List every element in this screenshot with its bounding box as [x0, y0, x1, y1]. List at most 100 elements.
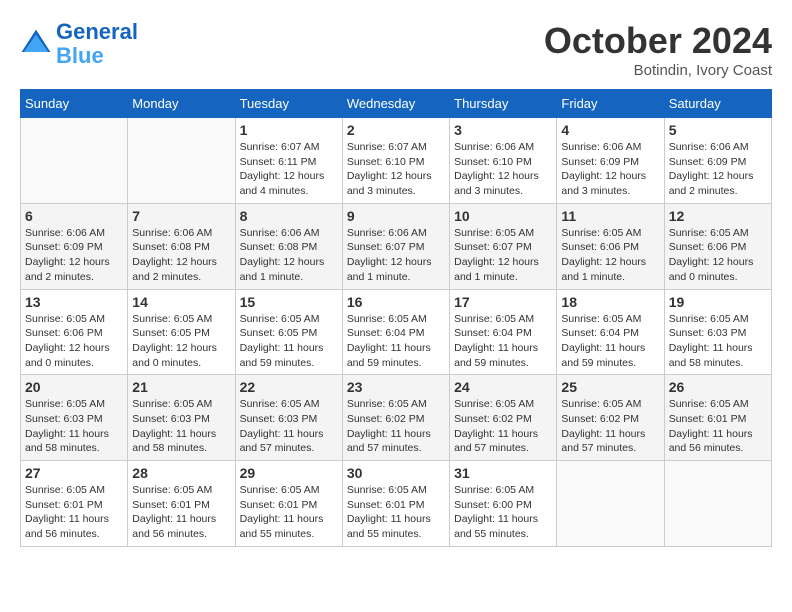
calendar-cell: 25 Sunrise: 6:05 AM Sunset: 6:02 PM Dayli… [557, 375, 664, 461]
calendar-cell: 29 Sunrise: 6:05 AM Sunset: 6:01 PM Dayli… [235, 461, 342, 547]
day-number: 5 [669, 122, 767, 138]
day-number: 29 [240, 465, 338, 481]
day-number: 3 [454, 122, 552, 138]
day-detail: Sunrise: 6:05 AM Sunset: 6:06 PM Dayligh… [25, 312, 123, 371]
day-of-week-header: Tuesday [235, 90, 342, 118]
day-number: 31 [454, 465, 552, 481]
calendar-cell: 21 Sunrise: 6:05 AM Sunset: 6:03 PM Dayli… [128, 375, 235, 461]
day-detail: Sunrise: 6:05 AM Sunset: 6:02 PM Dayligh… [454, 397, 552, 456]
calendar-cell [21, 118, 128, 204]
day-detail: Sunrise: 6:05 AM Sunset: 6:07 PM Dayligh… [454, 226, 552, 285]
day-number: 13 [25, 294, 123, 310]
logo-icon [20, 28, 52, 60]
calendar-cell: 8Sunrise: 6:06 AM Sunset: 6:08 PM Daylig… [235, 203, 342, 289]
calendar-cell: 7 Sunrise: 6:06 AM Sunset: 6:08 PM Daylig… [128, 203, 235, 289]
day-detail: Sunrise: 6:05 AM Sunset: 6:06 PM Dayligh… [669, 226, 767, 285]
day-detail: Sunrise: 6:06 AM Sunset: 6:08 PM Dayligh… [132, 226, 230, 285]
logo-text: General Blue [56, 20, 138, 68]
calendar-cell [128, 118, 235, 204]
day-number: 26 [669, 379, 767, 395]
day-detail: Sunrise: 6:05 AM Sunset: 6:01 PM Dayligh… [347, 483, 445, 542]
day-number: 24 [454, 379, 552, 395]
month-title: October 2024 [544, 20, 772, 62]
calendar-cell: 10 Sunrise: 6:05 AM Sunset: 6:07 PM Dayli… [450, 203, 557, 289]
calendar-cell: 24 Sunrise: 6:05 AM Sunset: 6:02 PM Dayli… [450, 375, 557, 461]
calendar-cell: 30 Sunrise: 6:05 AM Sunset: 6:01 PM Dayli… [342, 461, 449, 547]
calendar-cell: 26 Sunrise: 6:05 AM Sunset: 6:01 PM Dayli… [664, 375, 771, 461]
day-number: 15 [240, 294, 338, 310]
calendar-cell: 23Sunrise: 6:05 AM Sunset: 6:02 PM Dayli… [342, 375, 449, 461]
day-number: 12 [669, 208, 767, 224]
calendar-cell: 12 Sunrise: 6:05 AM Sunset: 6:06 PM Dayli… [664, 203, 771, 289]
calendar-cell: 17Sunrise: 6:05 AM Sunset: 6:04 PM Dayli… [450, 289, 557, 375]
day-detail: Sunrise: 6:05 AM Sunset: 6:04 PM Dayligh… [347, 312, 445, 371]
calendar-cell: 1Sunrise: 6:07 AM Sunset: 6:11 PM Daylig… [235, 118, 342, 204]
day-number: 9 [347, 208, 445, 224]
day-number: 11 [561, 208, 659, 224]
calendar-cell: 4 Sunrise: 6:06 AM Sunset: 6:09 PM Daylig… [557, 118, 664, 204]
day-number: 14 [132, 294, 230, 310]
calendar-cell: 31 Sunrise: 6:05 AM Sunset: 6:00 PM Dayli… [450, 461, 557, 547]
day-of-week-header: Friday [557, 90, 664, 118]
day-of-week-header: Sunday [21, 90, 128, 118]
day-detail: Sunrise: 6:06 AM Sunset: 6:09 PM Dayligh… [561, 140, 659, 199]
day-number: 7 [132, 208, 230, 224]
day-number: 1 [240, 122, 338, 138]
calendar-cell: 6 Sunrise: 6:06 AM Sunset: 6:09 PM Daylig… [21, 203, 128, 289]
day-number: 10 [454, 208, 552, 224]
day-detail: Sunrise: 6:05 AM Sunset: 6:06 PM Dayligh… [561, 226, 659, 285]
title-block: October 2024 Botindin, Ivory Coast [544, 20, 772, 79]
day-detail: Sunrise: 6:07 AM Sunset: 6:10 PM Dayligh… [347, 140, 445, 199]
day-number: 2 [347, 122, 445, 138]
day-detail: Sunrise: 6:05 AM Sunset: 6:03 PM Dayligh… [132, 397, 230, 456]
calendar-cell: 16 Sunrise: 6:05 AM Sunset: 6:04 PM Dayli… [342, 289, 449, 375]
day-detail: Sunrise: 6:05 AM Sunset: 6:03 PM Dayligh… [25, 397, 123, 456]
day-detail: Sunrise: 6:05 AM Sunset: 6:00 PM Dayligh… [454, 483, 552, 542]
calendar-cell: 2 Sunrise: 6:07 AM Sunset: 6:10 PM Daylig… [342, 118, 449, 204]
day-number: 21 [132, 379, 230, 395]
day-detail: Sunrise: 6:05 AM Sunset: 6:03 PM Dayligh… [240, 397, 338, 456]
calendar-table: SundayMondayTuesdayWednesdayThursdayFrid… [20, 89, 772, 547]
day-detail: Sunrise: 6:05 AM Sunset: 6:02 PM Dayligh… [347, 397, 445, 456]
calendar-cell: 18Sunrise: 6:05 AM Sunset: 6:04 PM Dayli… [557, 289, 664, 375]
day-number: 16 [347, 294, 445, 310]
calendar-cell: 11 Sunrise: 6:05 AM Sunset: 6:06 PM Dayli… [557, 203, 664, 289]
page-header: General Blue October 2024 Botindin, Ivor… [20, 20, 772, 79]
day-detail: Sunrise: 6:05 AM Sunset: 6:01 PM Dayligh… [669, 397, 767, 456]
calendar-cell: 15 Sunrise: 6:05 AM Sunset: 6:05 PM Dayli… [235, 289, 342, 375]
day-detail: Sunrise: 6:05 AM Sunset: 6:02 PM Dayligh… [561, 397, 659, 456]
day-number: 19 [669, 294, 767, 310]
day-detail: Sunrise: 6:05 AM Sunset: 6:05 PM Dayligh… [240, 312, 338, 371]
day-detail: Sunrise: 6:05 AM Sunset: 6:01 PM Dayligh… [25, 483, 123, 542]
day-of-week-header: Wednesday [342, 90, 449, 118]
day-number: 8 [240, 208, 338, 224]
day-detail: Sunrise: 6:06 AM Sunset: 6:10 PM Dayligh… [454, 140, 552, 199]
day-number: 25 [561, 379, 659, 395]
day-detail: Sunrise: 6:06 AM Sunset: 6:09 PM Dayligh… [669, 140, 767, 199]
day-number: 6 [25, 208, 123, 224]
calendar-cell: 3 Sunrise: 6:06 AM Sunset: 6:10 PM Daylig… [450, 118, 557, 204]
calendar-cell: 28 Sunrise: 6:05 AM Sunset: 6:01 PM Dayli… [128, 461, 235, 547]
day-number: 20 [25, 379, 123, 395]
day-of-week-header: Saturday [664, 90, 771, 118]
day-detail: Sunrise: 6:06 AM Sunset: 6:07 PM Dayligh… [347, 226, 445, 285]
day-number: 28 [132, 465, 230, 481]
calendar-cell: 27 Sunrise: 6:05 AM Sunset: 6:01 PM Dayli… [21, 461, 128, 547]
day-number: 30 [347, 465, 445, 481]
calendar-cell [557, 461, 664, 547]
location: Botindin, Ivory Coast [544, 62, 772, 79]
day-number: 4 [561, 122, 659, 138]
calendar-cell [664, 461, 771, 547]
day-detail: Sunrise: 6:05 AM Sunset: 6:01 PM Dayligh… [132, 483, 230, 542]
calendar-cell: 9 Sunrise: 6:06 AM Sunset: 6:07 PM Daylig… [342, 203, 449, 289]
day-detail: Sunrise: 6:06 AM Sunset: 6:09 PM Dayligh… [25, 226, 123, 285]
day-detail: Sunrise: 6:05 AM Sunset: 6:01 PM Dayligh… [240, 483, 338, 542]
calendar-cell: 14 Sunrise: 6:05 AM Sunset: 6:05 PM Dayli… [128, 289, 235, 375]
day-of-week-header: Thursday [450, 90, 557, 118]
calendar-cell: 13 Sunrise: 6:05 AM Sunset: 6:06 PM Dayli… [21, 289, 128, 375]
calendar-cell: 20 Sunrise: 6:05 AM Sunset: 6:03 PM Dayli… [21, 375, 128, 461]
calendar-cell: 19Sunrise: 6:05 AM Sunset: 6:03 PM Dayli… [664, 289, 771, 375]
day-number: 27 [25, 465, 123, 481]
day-detail: Sunrise: 6:05 AM Sunset: 6:05 PM Dayligh… [132, 312, 230, 371]
day-detail: Sunrise: 6:05 AM Sunset: 6:04 PM Dayligh… [561, 312, 659, 371]
